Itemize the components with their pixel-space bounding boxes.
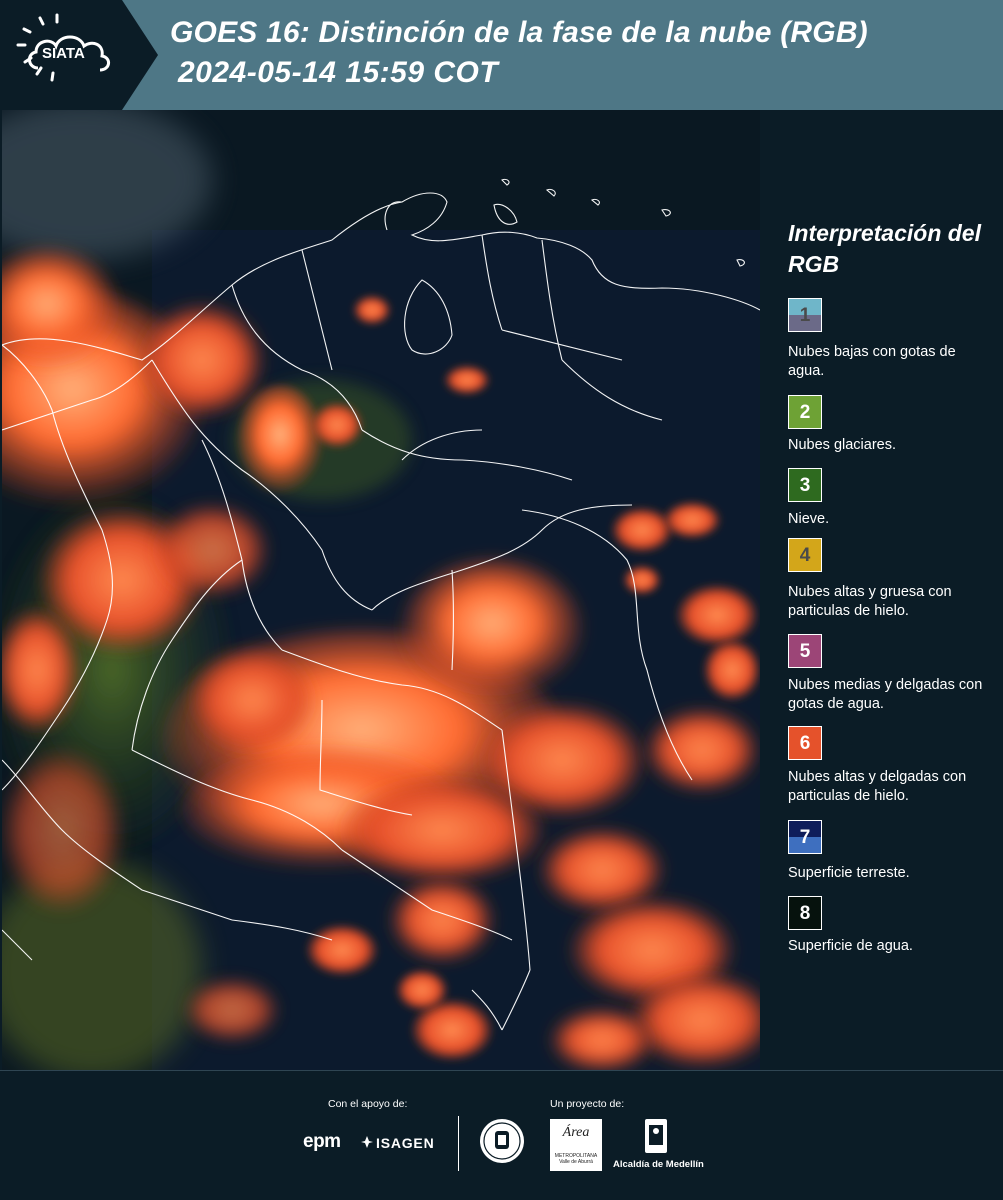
siata-logo-text: SIATA (42, 45, 85, 62)
legend-swatch-4: 4 (788, 538, 822, 572)
legend-label-6: Nubes altas y delgadas con particulas de… (788, 769, 967, 804)
legend-title: Interpretación del RGB (788, 220, 981, 277)
legend-label-2: Nubes glaciares. (788, 437, 896, 453)
area-logo-text: Área (562, 1125, 590, 1140)
isagen-logo-icon (361, 1136, 373, 1148)
legend-swatch-3: 3 (788, 468, 822, 502)
footer: Con el apoyo de: Un proyecto de: epm ISA… (0, 1070, 1003, 1200)
legend-number-4: 4 (799, 545, 811, 566)
legend-label-1: Nubes bajas con gotas de agua. (788, 344, 956, 379)
image-datetime: 2024-05-14 15:59 COT (178, 56, 499, 89)
legend-number-7: 7 (799, 827, 811, 848)
legend-label-5: Nubes medias y delgadas con gotas de agu… (788, 677, 983, 712)
legend-panel: Interpretación del RGB 1 Nubes bajas con… (760, 110, 1003, 1070)
page-title: GOES 16: Distinción de la fase de la nub… (170, 16, 868, 49)
legend-number-6: 6 (799, 733, 811, 754)
satellite-map (2, 110, 760, 1070)
alcaldia-logo-text: Alcaldía de Medellín (613, 1159, 704, 1170)
legend-label-4: Nubes altas y gruesa con particulas de h… (788, 584, 952, 619)
siata-logo: SIATA (0, 0, 160, 110)
alcaldia-shield-icon (645, 1119, 667, 1153)
satellite-image (2, 110, 760, 1070)
footer-divider (458, 1116, 459, 1171)
isagen-logo: ISAGEN (376, 1135, 435, 1151)
legend-swatch-6: 6 (788, 726, 822, 760)
legend-number-8: 8 (799, 903, 811, 924)
legend-swatch-5: 5 (788, 634, 822, 668)
legend-label-7: Superficie terreste. (788, 865, 910, 881)
university-seal-logo (480, 1119, 524, 1163)
area-logo-subtext: METROPOLITANA Valle de Aburrá (554, 1153, 598, 1165)
support-label: Con el apoyo de: (328, 1098, 408, 1110)
epm-logo: epm (303, 1131, 341, 1152)
legend-number-5: 5 (799, 641, 811, 662)
legend-number-1: 1 (799, 305, 811, 326)
legend-swatch-1: 1 (788, 298, 822, 332)
legend-number-3: 3 (799, 475, 811, 496)
project-label: Un proyecto de: (550, 1098, 625, 1110)
legend-swatch-2: 2 (788, 395, 822, 429)
legend-number-2: 2 (799, 402, 811, 423)
legend-swatch-7: 7 (788, 820, 822, 854)
legend-swatch-8: 8 (788, 896, 822, 930)
legend-label-8: Superficie de agua. (788, 938, 913, 954)
area-metropolitana-logo: Área METROPOLITANA Valle de Aburrá (550, 1119, 602, 1171)
header-bar: SIATA GOES 16: Distinción de la fase de … (0, 0, 1003, 110)
legend-label-3: Nieve. (788, 511, 830, 527)
